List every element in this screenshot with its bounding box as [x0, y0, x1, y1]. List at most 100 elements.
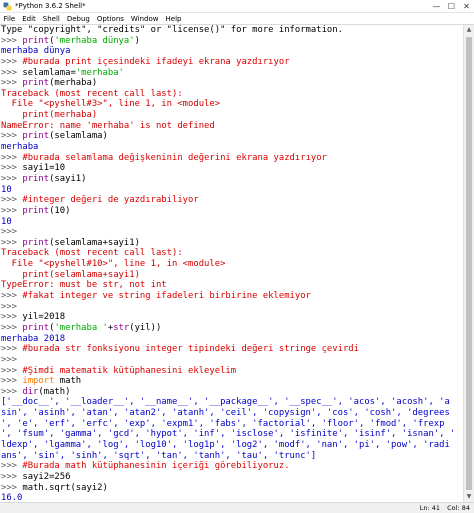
shell-text-segment: ['__doc__', '__loader__', '__name__', '_… — [1, 397, 450, 408]
scroll-down-arrow-icon[interactable]: ▼ — [464, 492, 474, 502]
shell-text-segment: ', 'fsum', 'gamma', 'gcd', 'hypot', 'inf… — [1, 429, 456, 440]
shell-prompt: >>> — [1, 237, 23, 248]
shell-text-segment: sayi1=10 — [22, 163, 66, 174]
shell-prompt: >>> — [1, 354, 23, 365]
shell-line: >>> #burada str fonksiyonu integer tipin… — [0, 344, 463, 355]
shell-line: >>> — [0, 227, 463, 238]
shell-text-segment: 'merhaba' — [75, 67, 124, 78]
shell-line: merhaba 2018 — [0, 334, 463, 345]
shell-line: >>> print(selamlama) — [0, 131, 463, 142]
shell-text-segment: print — [22, 78, 50, 89]
menu-help[interactable]: Help — [162, 13, 185, 25]
shell-line: ['__doc__', '__loader__', '__name__', '_… — [0, 397, 463, 408]
status-bar: Ln: 41 Col: 84 — [0, 502, 474, 513]
shell-text-segment: merhaba — [1, 142, 39, 153]
shell-prompt: >>> — [1, 376, 23, 387]
shell-text-segment: print — [22, 237, 50, 248]
shell-line: >>> #burada selamlama değişkeninin değer… — [0, 153, 463, 164]
shell-line: >>> print(10) — [0, 206, 463, 217]
minimize-button[interactable]: — — [429, 0, 444, 13]
shell-prompt: >>> — [1, 344, 23, 355]
shell-line: >>> print('merhaba dünya') — [0, 36, 463, 47]
shell-line: >>> print(selamlama+sayi1) — [0, 238, 463, 249]
shell-line: >>> sayi2=256 — [0, 472, 463, 483]
line-number-status: Ln: 41 — [419, 504, 440, 512]
shell-line: >>> #integer değeri de yazdırabiliyor — [0, 195, 463, 206]
shell-prompt: >>> — [1, 163, 23, 174]
shell-text-segment: print — [22, 173, 50, 184]
shell-text-segment: ', 'e', 'erf', 'erfc', 'exp', 'expm1', '… — [1, 418, 445, 429]
menu-file[interactable]: File — [0, 13, 19, 25]
shell-text-segment: #burada str fonksiyonu integer tipindeki… — [22, 344, 359, 355]
scrollbar-thumb[interactable] — [466, 37, 472, 490]
shell-text-segment: #Burada math kütüphanesinin içeriği göre… — [22, 461, 290, 472]
shell-line: TypeError: must be str, not int — [0, 280, 463, 291]
shell-text-segment: sin', 'asinh', 'atan', 'atan2', 'atanh',… — [1, 408, 450, 419]
shell-text-segment: (merhaba) — [49, 78, 98, 89]
menu-shell[interactable]: Shell — [39, 13, 63, 25]
shell-text-area[interactable]: Type "copyright", "credits" or "license(… — [0, 25, 463, 502]
shell-text-segment: print — [22, 35, 50, 46]
shell-text-segment: dir — [22, 386, 39, 397]
shell-line: >>> #fakat integer ve string ifadeleri b… — [0, 291, 463, 302]
shell-line: >>> import math — [0, 376, 463, 387]
shell-prompt: >>> — [1, 35, 23, 46]
shell-text-segment: ans', 'sin', 'sinh', 'sqrt', 'tan', 'tan… — [1, 450, 317, 461]
maximize-button[interactable]: ☐ — [444, 0, 459, 13]
title-bar: *Python 3.6.2 Shell* — ☐ ✕ — [0, 0, 474, 13]
shell-prompt: >>> — [1, 56, 23, 67]
shell-line: >>> — [0, 302, 463, 313]
shell-prompt: >>> — [1, 195, 23, 206]
shell-text-segment: #Şimdi matematik kütüphanesini ekleyelim — [22, 365, 237, 376]
scroll-up-arrow-icon[interactable]: ▲ — [464, 25, 474, 35]
shell-text-segment: 'merhaba dünya' — [54, 35, 135, 46]
shell-line: >>> print('merhaba '+str(yil)) — [0, 323, 463, 334]
shell-line: NameError: name 'merhaba' is not defined — [0, 121, 463, 132]
shell-line: Traceback (most recent call last): — [0, 89, 463, 100]
shell-line: 10 — [0, 217, 463, 228]
shell-line: File "<pyshell#10>", line 1, in <module> — [0, 259, 463, 270]
shell-line: print(selamlama+sayi1) — [0, 270, 463, 281]
shell-line: >>> sayi1=10 — [0, 163, 463, 174]
shell-text-segment: Type "copyright", "credits" or "license(… — [1, 25, 343, 35]
shell-text-segment: NameError: name 'merhaba' is not defined — [1, 120, 215, 131]
menu-window[interactable]: Window — [127, 13, 162, 25]
shell-line: sin', 'asinh', 'atan', 'atan2', 'atanh',… — [0, 408, 463, 419]
shell-text-segment: print — [22, 322, 50, 333]
shell-line: >>> dir(math) — [0, 387, 463, 398]
shell-text-segment: TypeError: must be str, not int — [1, 280, 167, 291]
shell-line: >>> yil=2018 — [0, 312, 463, 323]
shell-prompt: >>> — [1, 227, 23, 238]
close-button[interactable]: ✕ — [459, 0, 474, 13]
shell-prompt: >>> — [1, 461, 23, 472]
shell-prompt: >>> — [1, 482, 23, 493]
shell-line: File "<pyshell#3>", line 1, in <module> — [0, 99, 463, 110]
shell-prompt: >>> — [1, 131, 23, 142]
shell-line: ', 'fsum', 'gamma', 'gcd', 'hypot', 'inf… — [0, 429, 463, 440]
menu-edit[interactable]: Edit — [19, 13, 40, 25]
shell-text-segment: Traceback (most recent call last): — [1, 248, 183, 259]
shell-text-segment: yil=2018 — [22, 312, 66, 323]
shell-line: >>> #Şimdi matematik kütüphanesini ekley… — [0, 366, 463, 377]
shell-line: >>> math.sqrt(sayi2) — [0, 483, 463, 494]
shell-prompt: >>> — [1, 67, 23, 78]
shell-text-segment: merhaba dünya — [1, 46, 71, 57]
shell-line: merhaba — [0, 142, 463, 153]
shell-line: >>> print(merhaba) — [0, 78, 463, 89]
shell-prompt: >>> — [1, 386, 23, 397]
shell-text-segment: #burada selamlama değişkeninin değerini … — [22, 152, 327, 163]
shell-text-segment: (math) — [38, 386, 71, 397]
menu-options[interactable]: Options — [93, 13, 127, 25]
shell-line: >>> #burada print içesindeki ifadeyi ekr… — [0, 57, 463, 68]
shell-text-segment: Traceback (most recent call last): — [1, 88, 183, 99]
shell-line: 16.0 — [0, 493, 463, 502]
shell-text-segment: merhaba 2018 — [1, 333, 66, 344]
shell-text-segment: ) — [134, 35, 140, 46]
vertical-scrollbar[interactable]: ▲ ▼ — [463, 25, 474, 502]
shell-text-segment: (selamlama+sayi1) — [49, 237, 140, 248]
shell-line: >>> print(sayi1) — [0, 174, 463, 185]
shell-text-segment: 16.0 — [1, 493, 23, 502]
shell-text-segment: import — [22, 376, 55, 387]
menu-debug[interactable]: Debug — [63, 13, 93, 25]
shell-line: ldexp', 'lgamma', 'log', 'log10', 'log1p… — [0, 440, 463, 451]
